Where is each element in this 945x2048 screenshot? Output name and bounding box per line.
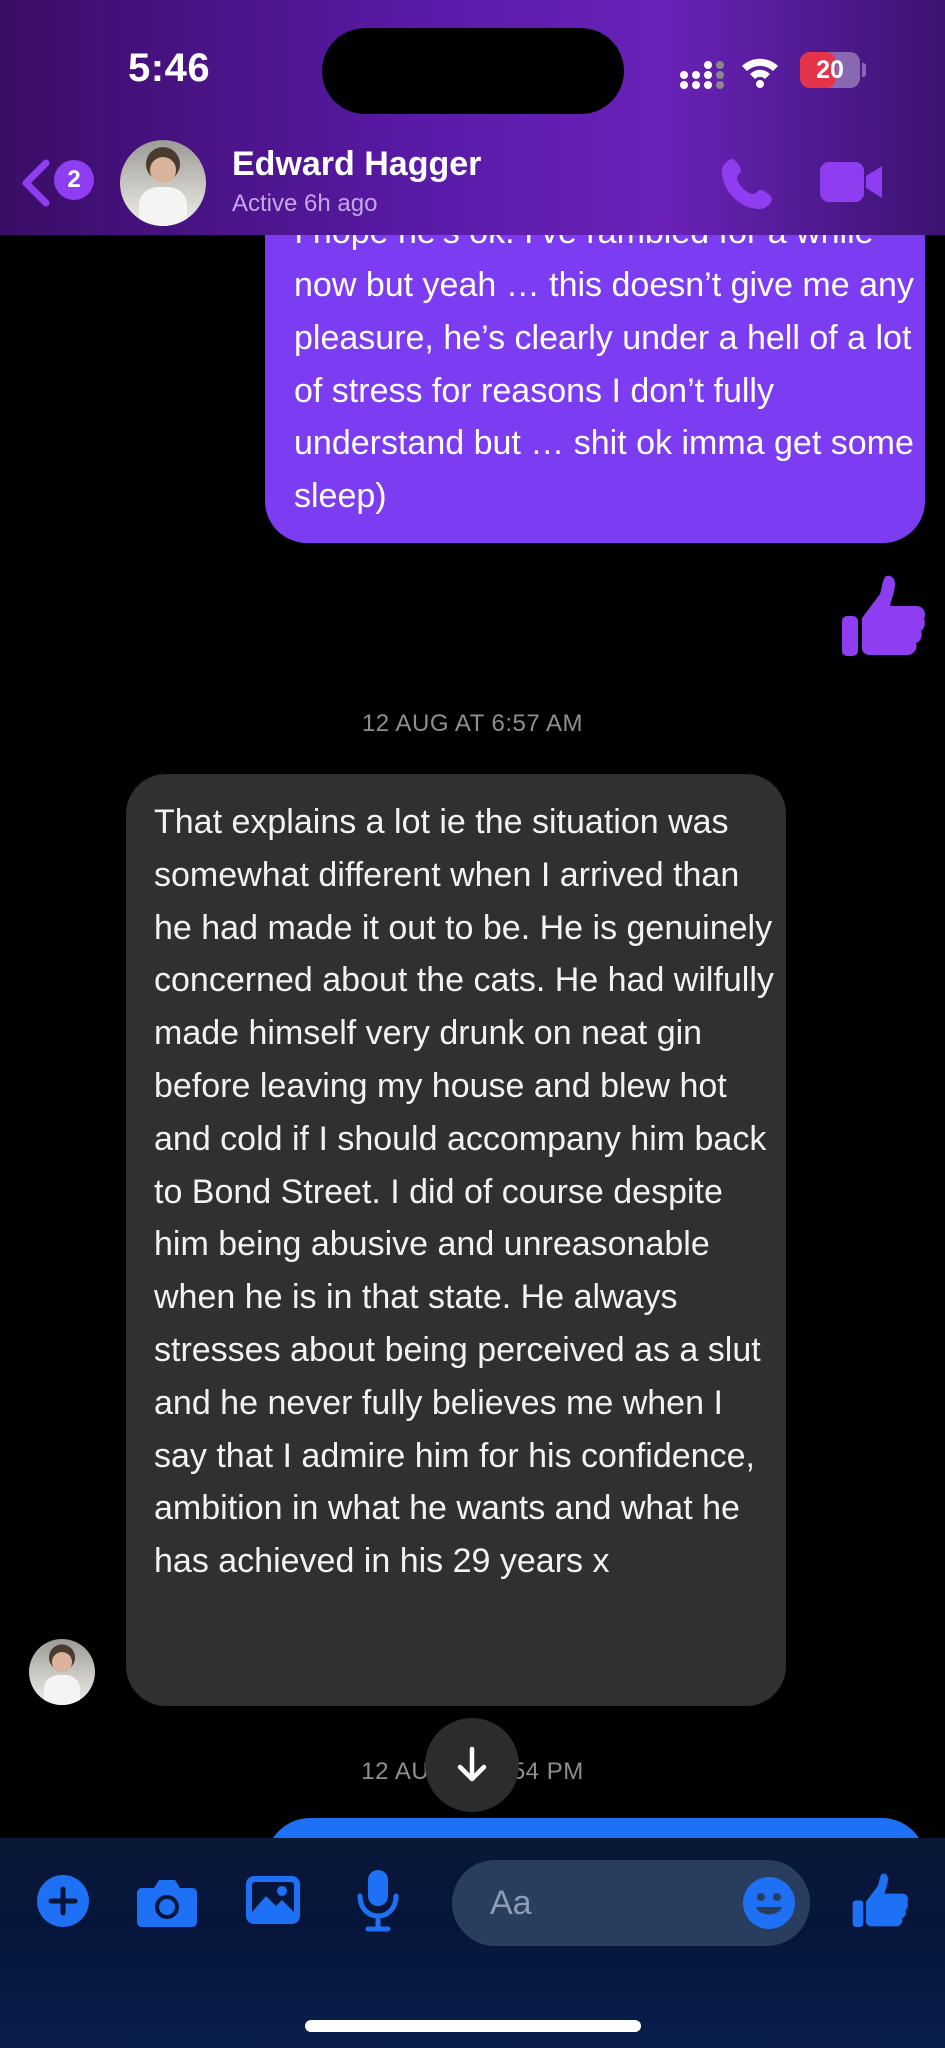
arrow-down-icon	[457, 1746, 487, 1782]
incoming-message-bubble[interactable]: That explains a lot ie the situation was…	[126, 774, 786, 1706]
sender-avatar[interactable]	[29, 1639, 95, 1705]
phone-icon[interactable]	[718, 155, 776, 213]
thumbs-up-reaction-icon[interactable]	[838, 572, 928, 662]
message-input[interactable]: Aa	[452, 1860, 810, 1946]
thumbs-up-icon[interactable]	[850, 1870, 910, 1932]
contact-avatar[interactable]	[120, 140, 206, 226]
battery-nub	[862, 63, 866, 77]
message-input-placeholder: Aa	[490, 1884, 532, 1922]
back-chevron-icon	[22, 159, 50, 207]
dynamic-island	[322, 28, 624, 114]
gallery-icon[interactable]	[244, 1872, 302, 1928]
incoming-message-text: That explains a lot ie the situation was…	[154, 803, 774, 1581]
cellular-signal-icon	[680, 61, 724, 89]
contact-name[interactable]: Edward Hagger	[232, 145, 481, 184]
back-button[interactable]: 2	[18, 150, 98, 216]
outgoing-message-text: I hope he’s ok. I’ve rambled for a while…	[294, 213, 914, 516]
wifi-icon	[742, 58, 778, 88]
scroll-to-bottom-button[interactable]	[425, 1718, 519, 1812]
battery-icon: 20	[800, 52, 860, 88]
unread-count-badge: 2	[54, 160, 94, 200]
home-indicator[interactable]	[305, 2020, 641, 2032]
microphone-icon[interactable]	[356, 1868, 400, 1932]
emoji-icon[interactable]	[742, 1876, 796, 1930]
message-timestamp: 12 AUG AT 6:57 AM	[361, 710, 584, 737]
message-composer: Aa	[0, 1838, 945, 2048]
contact-active-status: Active 6h ago	[232, 190, 378, 217]
status-bar-time: 5:46	[128, 46, 211, 90]
camera-icon[interactable]	[136, 1876, 198, 1928]
battery-percent: 20	[816, 56, 844, 84]
plus-icon[interactable]	[36, 1874, 90, 1928]
video-camera-icon[interactable]	[818, 158, 884, 206]
chat-header: 5:46 20 2 Edward Hagger Active 6h ago	[0, 0, 945, 235]
outgoing-message-bubble[interactable]: I hope he’s ok. I’ve rambled for a while…	[265, 200, 925, 543]
